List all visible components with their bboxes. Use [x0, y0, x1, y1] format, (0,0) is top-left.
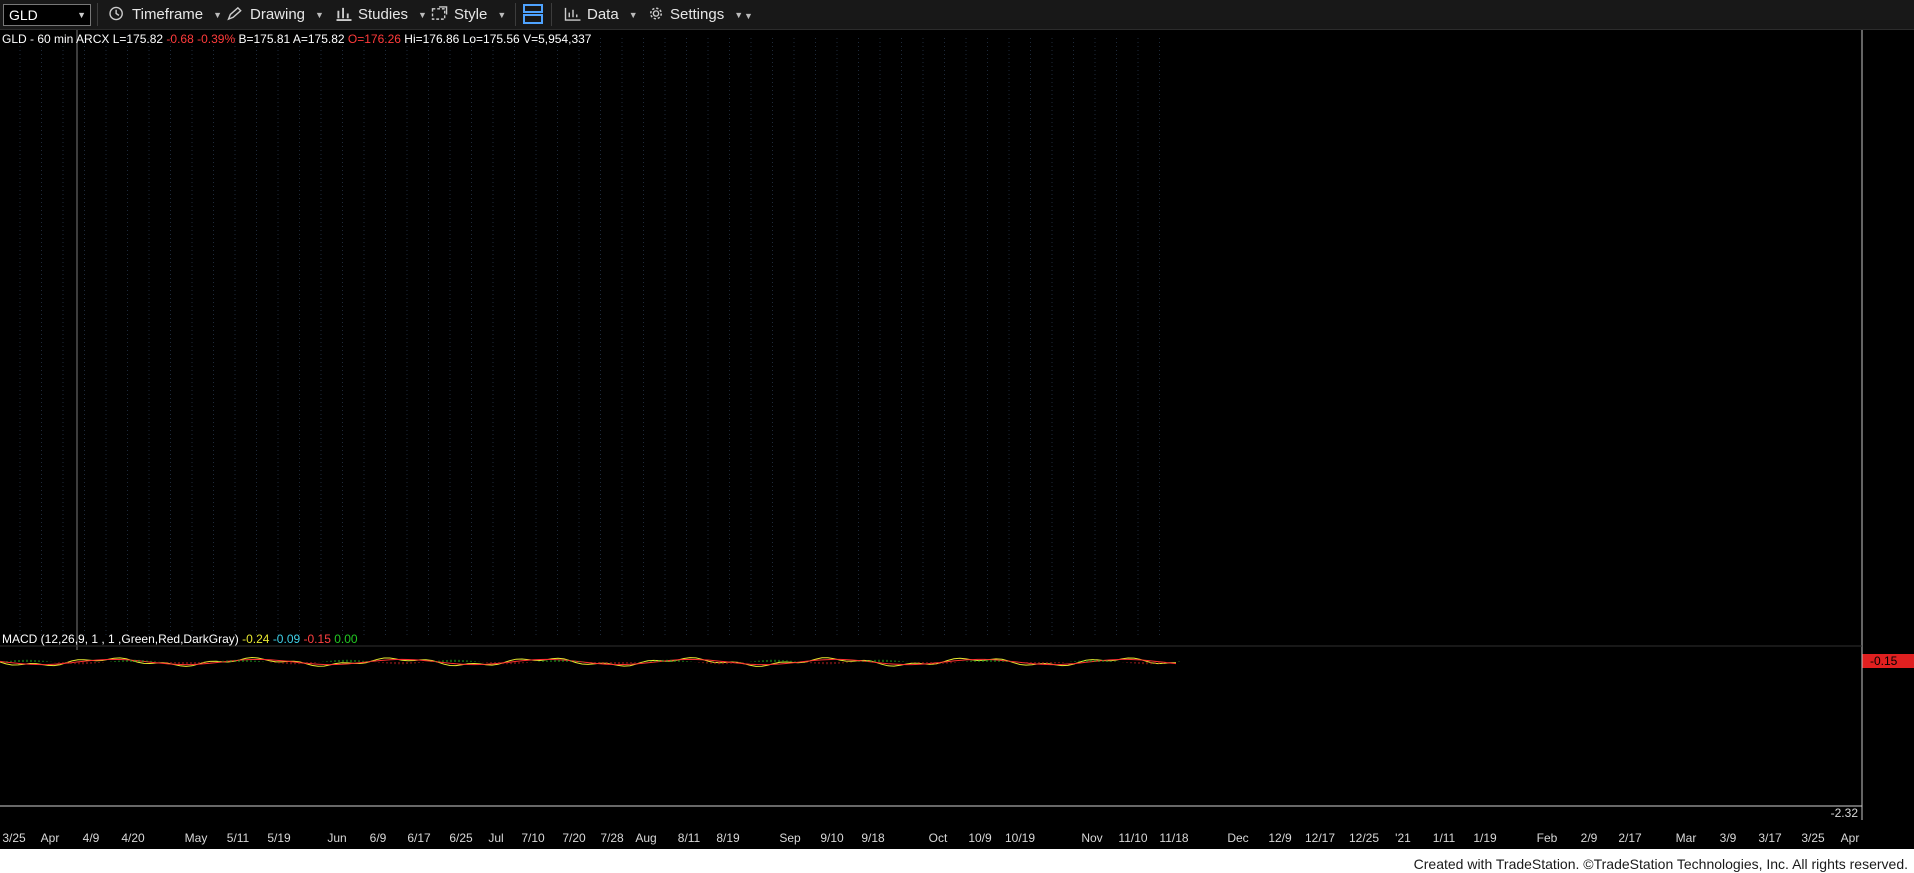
macd-value: 0.00 — [334, 632, 358, 646]
x-axis-label: Nov — [1081, 831, 1102, 845]
x-axis-label: '21 — [1395, 831, 1411, 845]
macd-value: -0.24 — [242, 632, 270, 646]
x-axis-label: Aug — [635, 831, 656, 845]
data-label: Data — [587, 6, 619, 23]
symbol-text: GLD — [9, 7, 38, 23]
toolbar-divider — [97, 3, 98, 26]
window-layout-button[interactable] — [522, 2, 548, 24]
style-menu[interactable]: Style ▼ — [430, 4, 506, 25]
quote-segment: -0.68 -0.39% — [166, 32, 238, 46]
data-icon — [564, 7, 581, 21]
quote-segment: GLD - 60 min ARCX L=175.82 — [2, 32, 166, 46]
chevron-down-icon: ▼ — [213, 10, 223, 20]
x-axis-label: May — [185, 831, 208, 845]
settings-label: Settings — [670, 6, 725, 23]
x-axis-label: 12/17 — [1305, 831, 1335, 845]
x-axis-label: 10/9 — [968, 831, 992, 845]
studies-menu[interactable]: Studies ▼ — [334, 4, 427, 25]
quote-line: GLD - 60 min ARCX L=175.82 -0.68 -0.39% … — [2, 32, 592, 46]
x-axis-label: 11/18 — [1159, 831, 1188, 845]
macd-header: MACD (12,26,9, 1 , 1 ,Green,Red,DarkGray… — [2, 632, 358, 646]
x-axis-label: 3/17 — [1758, 831, 1782, 845]
x-axis-label: Jul — [488, 831, 503, 845]
chevron-down-icon: ▼ — [418, 10, 427, 20]
drawing-label: Drawing — [250, 6, 306, 23]
toolbar: GLD ▼ Timeframe ▼ Drawing ▼ Studies ▼ Style… — [0, 0, 1914, 30]
x-axis-label: 3/25 — [1801, 831, 1825, 845]
macd-tag-label: -0.15 — [1870, 654, 1898, 668]
quote-header: GLD - 60 min ARCX L=175.82 -0.68 -0.39% … — [2, 32, 592, 46]
macd-value: -0.09 — [273, 632, 301, 646]
x-axis-label: 9/18 — [861, 831, 885, 845]
macd-value: MACD (12,26,9, 1 , 1 ,Green,Red,DarkGray… — [2, 632, 239, 646]
symbol-selector[interactable]: GLD ▼ — [3, 4, 91, 26]
x-axis-label: 6/9 — [370, 831, 387, 845]
studies-icon — [336, 7, 352, 21]
footer-credit: Created with TradeStation. ©TradeStation… — [1413, 856, 1908, 872]
drawing-menu[interactable]: Drawing ▼ — [226, 4, 324, 25]
style-icon — [431, 6, 448, 20]
chevron-down-icon: ▼ — [77, 10, 86, 20]
x-axis-label: Apr — [41, 831, 60, 845]
x-axis-label: 10/19 — [1005, 831, 1035, 845]
x-axis-label: Dec — [1227, 831, 1248, 845]
x-axis-label: 6/25 — [449, 831, 473, 845]
toolbar-overflow-icon[interactable]: ▼ — [744, 6, 753, 27]
x-axis-label: Feb — [1537, 831, 1558, 845]
layout-icon — [523, 4, 543, 24]
x-axis-label: 7/28 — [600, 831, 624, 845]
x-axis-label: Apr — [1841, 831, 1860, 845]
toolbar-divider — [551, 3, 552, 26]
macd-axis-label: -2.32 — [1831, 806, 1859, 820]
x-axis-label: 7/20 — [562, 831, 586, 845]
x-axis-label: Jun — [327, 831, 346, 845]
quote-segment: Hi=176.86 Lo=175.56 V=5,954,337 — [404, 32, 591, 46]
x-axis-label: 2/17 — [1618, 831, 1642, 845]
macd-panel: MACD (12,26,9, 1 , 1 ,Green,Red,DarkGray… — [0, 632, 1914, 820]
pencil-icon — [227, 6, 242, 21]
settings-menu[interactable]: Settings ▼ — [646, 4, 743, 25]
chevron-down-icon: ▼ — [628, 10, 638, 20]
x-axis-label: 6/17 — [407, 831, 431, 845]
macd-value: -0.15 — [304, 632, 332, 646]
chevron-down-icon: ▼ — [497, 10, 507, 20]
x-axis-label: 8/11 — [678, 831, 701, 845]
x-axis-label: 1/11 — [1433, 831, 1456, 845]
clock-icon — [109, 6, 123, 21]
x-axis-label: 3/9 — [1720, 831, 1737, 845]
x-axis-label: 11/10 — [1118, 831, 1147, 845]
x-axis-label: 12/25 — [1349, 831, 1379, 845]
chevron-down-icon: ▼ — [734, 10, 744, 20]
price-chart[interactable]: 261.80% (231.11)200.00% (213.65)176.40% … — [0, 30, 1914, 850]
x-axis-label: 3/25 — [2, 831, 26, 845]
gear-icon — [650, 7, 662, 20]
data-menu[interactable]: Data ▼ — [563, 4, 638, 25]
x-axis-label: 8/19 — [716, 831, 740, 845]
chart-grid — [19, 30, 1160, 650]
x-axis-label: 4/20 — [121, 831, 145, 845]
x-axis-label: Oct — [929, 831, 948, 845]
x-axis-label: 2/9 — [1581, 831, 1598, 845]
timeframe-label: Timeframe — [132, 6, 204, 23]
style-label: Style — [454, 6, 488, 23]
x-axis-label: 5/19 — [267, 831, 291, 845]
x-axis-label: Mar — [1676, 831, 1697, 845]
chevron-down-icon: ▼ — [315, 10, 324, 20]
x-axis-label: 12/9 — [1268, 831, 1292, 845]
axes: 230.00220.00210.00200.00190.00180.00170.… — [0, 30, 1863, 845]
x-axis-label: 9/10 — [820, 831, 844, 845]
toolbar-divider — [515, 3, 516, 26]
x-axis-label: 7/10 — [521, 831, 545, 845]
x-axis-label: 5/11 — [227, 831, 250, 845]
signal-line — [0, 658, 1177, 666]
quote-segment: B=175.81 A=175.82 — [238, 32, 347, 46]
macd-line — [0, 656, 1176, 667]
timeframe-menu[interactable]: Timeframe ▼ — [108, 4, 222, 25]
quote-segment: O=176.26 — [348, 32, 404, 46]
x-axis-label: Sep — [779, 831, 801, 845]
studies-label: Studies — [358, 6, 409, 23]
x-axis-label: 4/9 — [83, 831, 100, 845]
x-axis-label: 1/19 — [1473, 831, 1497, 845]
